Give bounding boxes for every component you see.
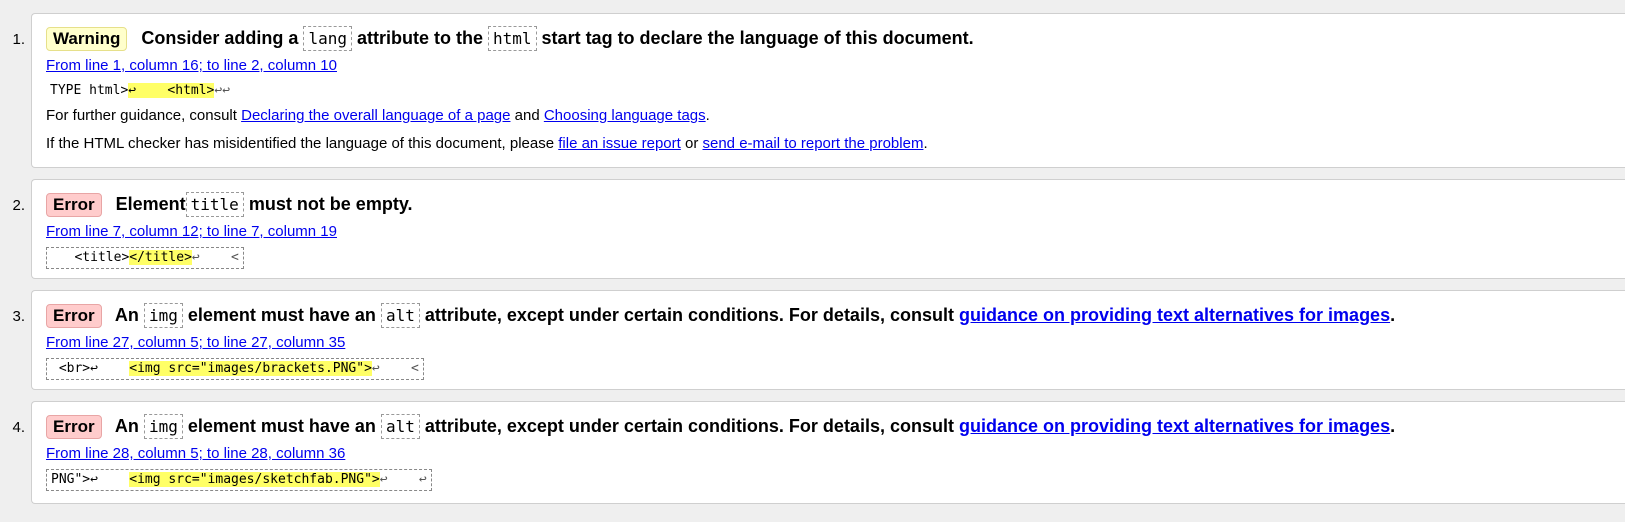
extract-before: TYPE html> — [50, 83, 129, 98]
guidance-text: . — [705, 107, 710, 124]
report-text: or — [684, 135, 699, 152]
source-extract: TYPE html>↩ <html>↩↩ — [46, 81, 234, 101]
message-number: 3. — [12, 308, 25, 325]
location-link[interactable]: From line 7, column 12; to line 7, colum… — [46, 220, 1625, 244]
extract-before: PNG">↩ — [51, 472, 130, 487]
guidance-text: For further guidance, consult — [46, 107, 237, 124]
code-reference: lang — [303, 26, 352, 51]
message-text: element must have an — [187, 416, 376, 436]
code-reference: html — [488, 26, 537, 51]
report-text: . — [923, 135, 928, 152]
error-badge: Error — [46, 193, 102, 217]
code-reference: img — [143, 303, 183, 328]
message-text: Element — [115, 194, 186, 214]
message-item: 1. Warning Consider adding a lang attrib… — [12, 13, 1625, 168]
message-heading: Warning Consider adding a lang attribute… — [46, 25, 1625, 52]
message-text: attribute to the — [356, 28, 483, 48]
message-item: 3. Error An img element must have an alt… — [12, 290, 1625, 390]
message-text: attribute, except under certain conditio… — [424, 305, 954, 325]
message-text: must not be empty. — [248, 194, 413, 214]
message-text: start tag to declare the language of thi… — [541, 28, 974, 48]
guidance-paragraph: For further guidance, consult Declaring … — [46, 102, 1625, 129]
extract-after: ↩ ↩ — [379, 472, 427, 487]
error-badge: Error — [46, 415, 102, 439]
extract-before: <br>↩ — [51, 361, 130, 376]
extract-after: ↩ < — [191, 250, 239, 265]
text-alternatives-guidance-link[interactable]: guidance on providing text alternatives … — [959, 305, 1390, 325]
message-text: An — [114, 305, 139, 325]
message-item: 2. Error Element title must not be empty.… — [12, 179, 1625, 279]
location-link[interactable]: From line 28, column 5; to line 28, colu… — [46, 442, 1625, 466]
message-heading: Error An img element must have an alt at… — [46, 413, 1625, 440]
message-text: element must have an — [187, 305, 376, 325]
extract-highlight: ↩ <html> — [128, 83, 215, 98]
message-text: An — [114, 416, 139, 436]
message-text: Consider adding a — [141, 28, 299, 48]
error-badge: Error — [46, 304, 102, 328]
declaring-language-link[interactable]: Declaring the overall language of a page — [241, 107, 510, 124]
report-paragraph: If the HTML checker has misidentified th… — [46, 130, 1625, 157]
warning-badge: Warning — [46, 27, 128, 51]
text-alternatives-guidance-link[interactable]: guidance on providing text alternatives … — [959, 416, 1390, 436]
validation-message-list: 1. Warning Consider adding a lang attrib… — [0, 0, 1625, 504]
file-issue-link[interactable]: file an issue report — [558, 135, 681, 152]
message-number: 1. — [12, 31, 25, 48]
message-heading: Error Element title must not be empty. — [46, 191, 1625, 218]
source-extract: PNG">↩ <img src="images/sketchfab.PNG">↩… — [46, 469, 432, 491]
choosing-language-tags-link[interactable]: Choosing language tags — [544, 107, 706, 124]
send-email-link[interactable]: send e-mail to report the problem — [703, 135, 924, 152]
source-extract: <br>↩ <img src="images/brackets.PNG">↩ < — [46, 358, 424, 380]
message-item: 4. Error An img element must have an alt… — [12, 401, 1625, 504]
extract-highlight: </title> — [129, 250, 192, 265]
extract-after: ↩ < — [371, 361, 419, 376]
message-heading: Error An img element must have an alt at… — [46, 302, 1625, 329]
message-number: 4. — [12, 419, 25, 436]
extract-highlight: <img src="images/sketchfab.PNG"> — [129, 472, 380, 487]
guidance-text: and — [514, 107, 540, 124]
code-reference: title — [185, 192, 244, 217]
code-reference: alt — [380, 303, 420, 328]
source-extract: <title></title>↩ < — [46, 247, 244, 269]
extract-after: ↩↩ — [214, 83, 231, 98]
message-text: . — [1390, 305, 1396, 325]
message-text: . — [1390, 416, 1396, 436]
code-reference: alt — [380, 414, 420, 439]
location-link[interactable]: From line 1, column 16; to line 2, colum… — [46, 54, 1625, 78]
extract-highlight: <img src="images/brackets.PNG"> — [129, 361, 372, 376]
report-text: If the HTML checker has misidentified th… — [46, 135, 555, 152]
message-number: 2. — [12, 197, 25, 214]
extract-before: <title> — [51, 250, 130, 265]
code-reference: img — [143, 414, 183, 439]
message-text: attribute, except under certain conditio… — [424, 416, 954, 436]
location-link[interactable]: From line 27, column 5; to line 27, colu… — [46, 331, 1625, 355]
